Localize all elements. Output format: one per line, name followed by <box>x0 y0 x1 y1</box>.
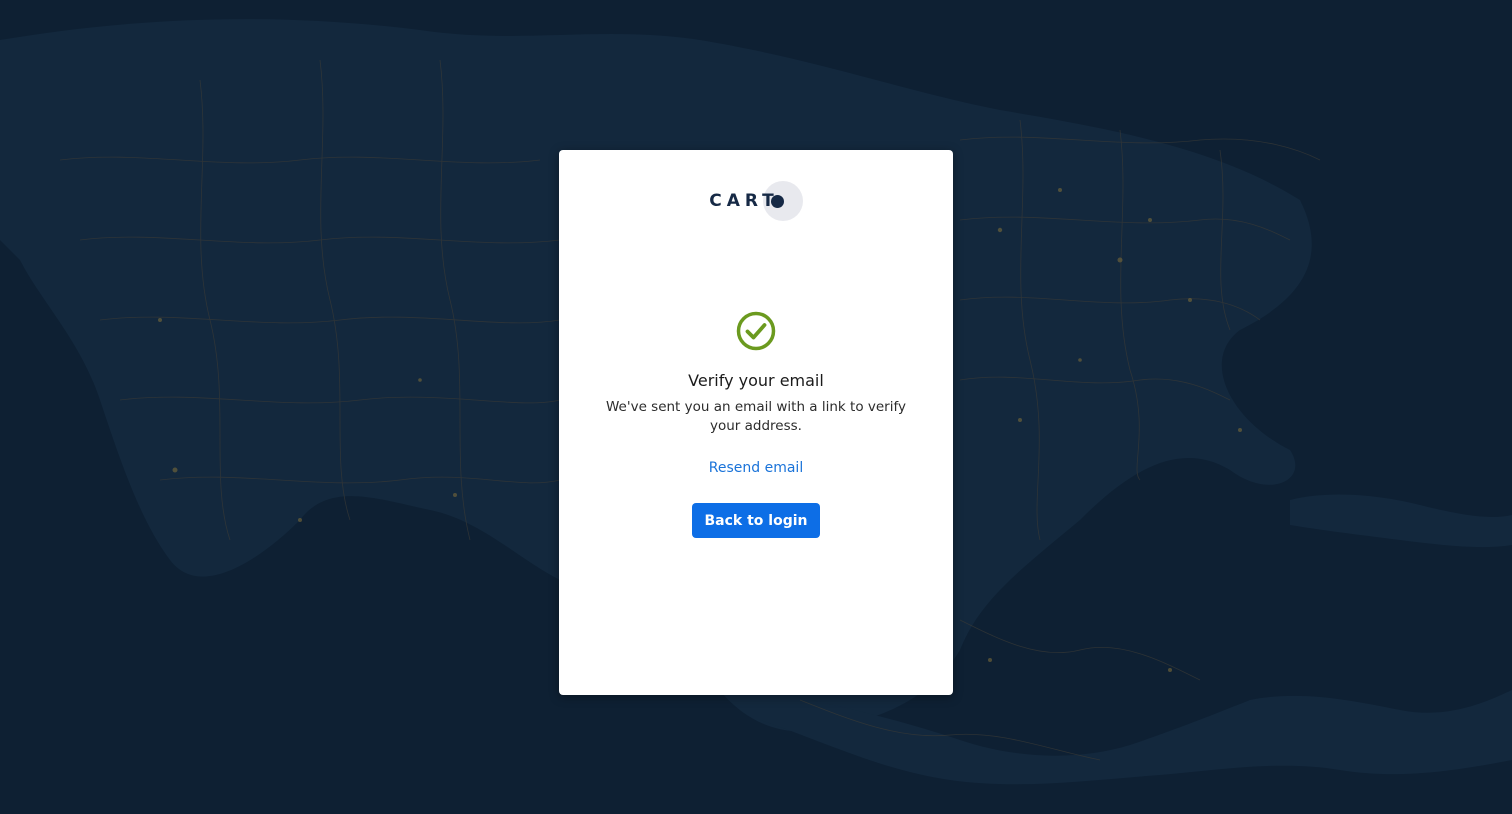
resend-email-link[interactable]: Resend email <box>559 460 953 476</box>
logo-text: CART <box>709 191 779 211</box>
check-circle-icon <box>736 311 776 351</box>
back-to-login-button[interactable]: Back to login <box>692 503 820 538</box>
verify-email-card: CART Verify your email We've sent you an… <box>559 150 953 695</box>
carto-logo: CART <box>559 180 953 222</box>
page-title: Verify your email <box>688 371 824 390</box>
verify-message: We've sent you an email with a link to v… <box>606 399 906 434</box>
